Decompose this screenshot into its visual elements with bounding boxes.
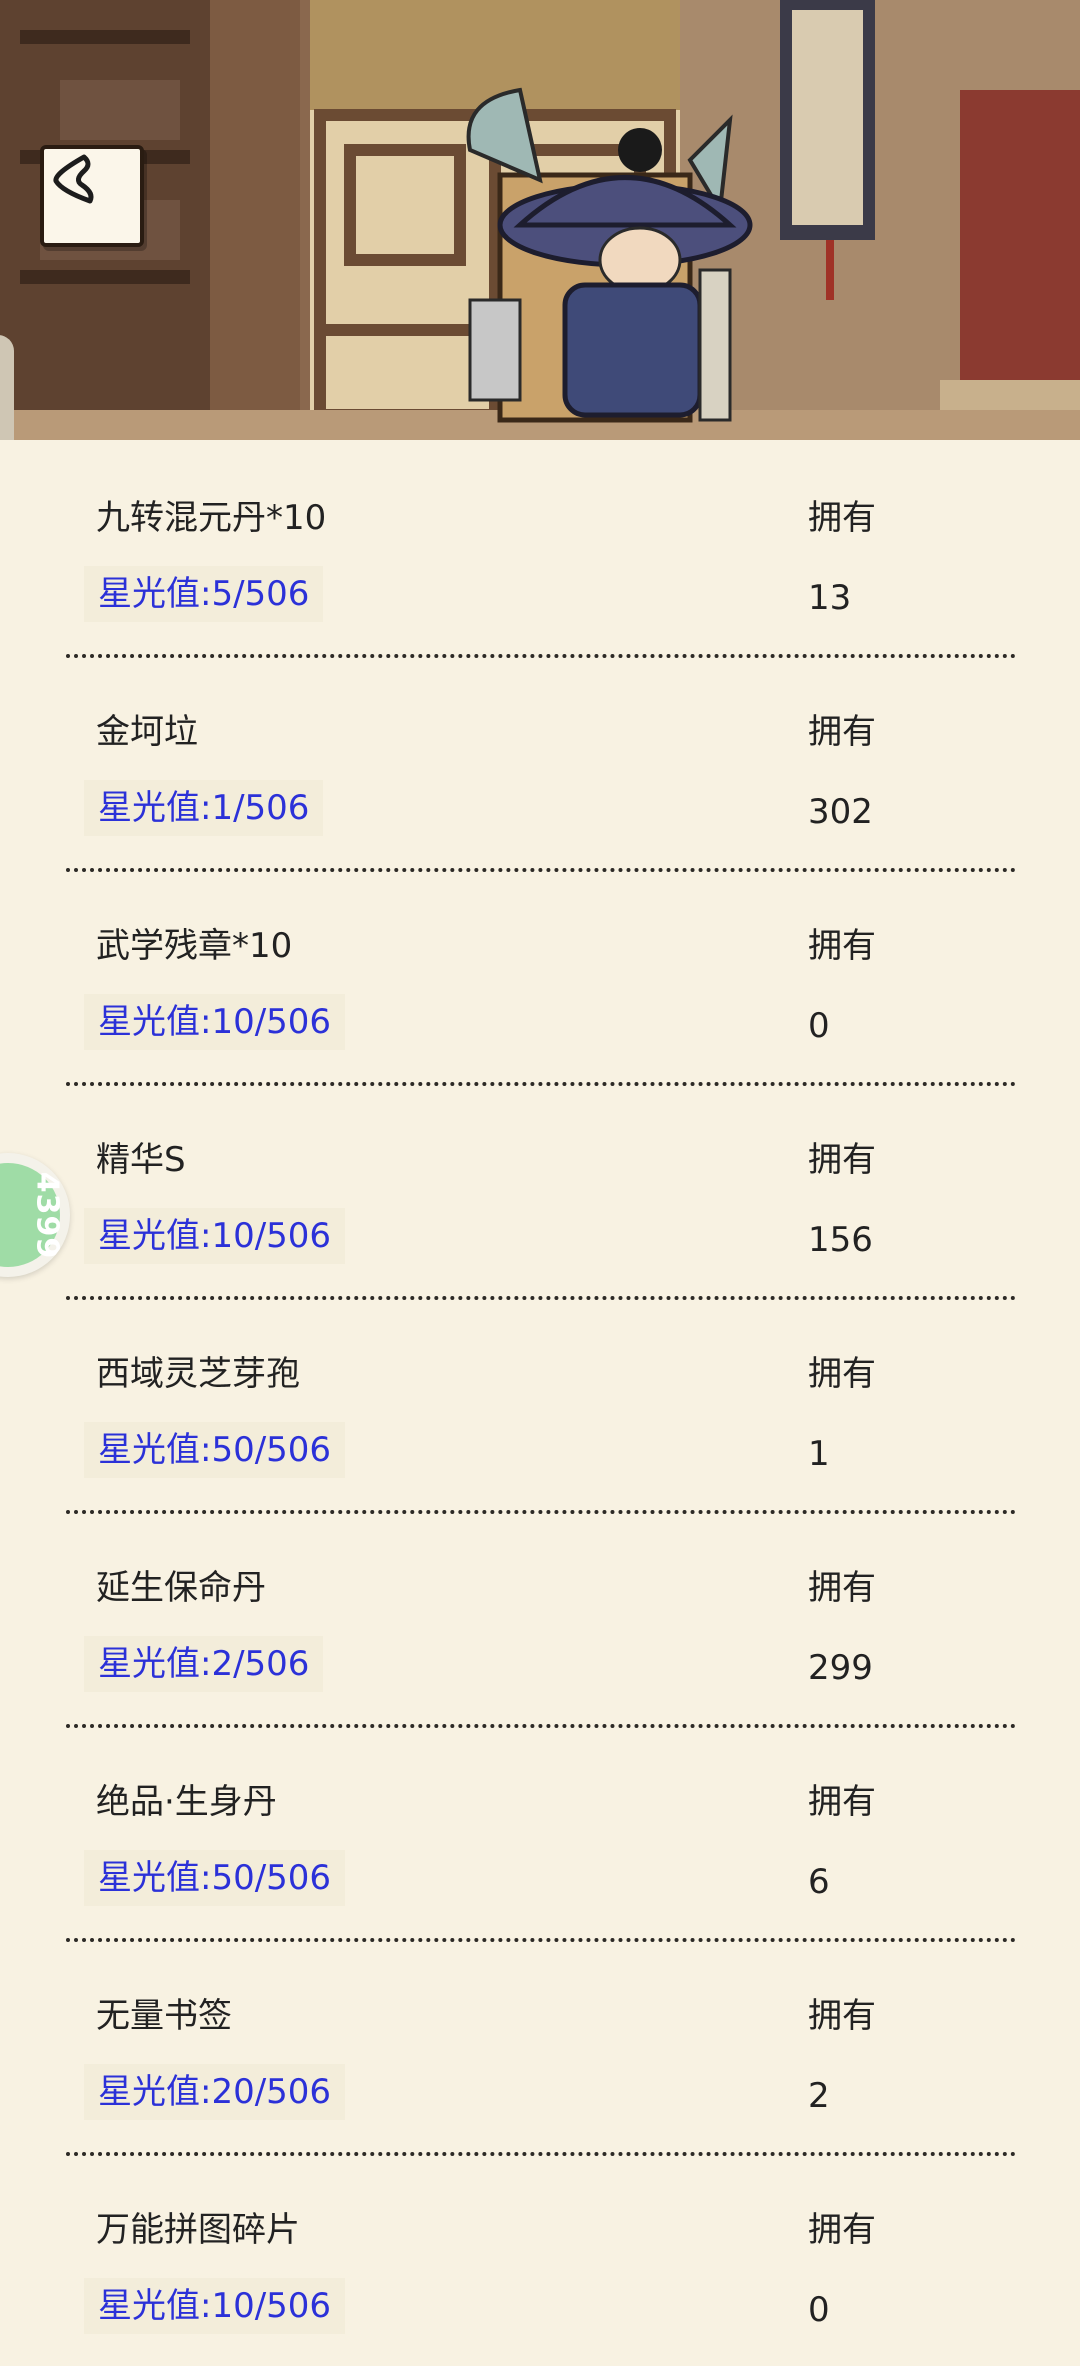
item-list[interactable]: 九转混元丹*10 拥有 星光值:5/506 13 金坷垃 拥有 星光值:1/50… — [0, 440, 1080, 2338]
starlight-value: 星光值:50/506 — [84, 1422, 346, 1478]
owned-count: 1 — [808, 1434, 830, 1474]
owned-label: 拥有 — [808, 712, 876, 752]
owned-label: 拥有 — [808, 926, 876, 966]
owned-count: 0 — [808, 1006, 830, 1046]
item-name: 绝品·生身丹 — [96, 1782, 277, 1822]
owned-label: 拥有 — [808, 2210, 876, 2250]
owned-count: 6 — [808, 1862, 830, 1902]
badge-text: 4399 — [28, 1171, 64, 1259]
item-name: 万能拼图碎片 — [96, 2210, 300, 2250]
owned-count: 299 — [808, 1648, 873, 1688]
owned-label: 拥有 — [808, 498, 876, 538]
item-name: 九转混元丹*10 — [96, 498, 327, 538]
starlight-value: 星光值:2/506 — [84, 1636, 324, 1692]
header-banner — [0, 0, 1080, 440]
item-name: 无量书签 — [96, 1996, 232, 2036]
starlight-value: 星光值:10/506 — [84, 1208, 346, 1264]
list-item[interactable]: 延生保命丹 拥有 星光值:2/506 299 — [0, 1510, 1080, 1728]
item-name: 延生保命丹 — [96, 1568, 266, 1608]
owned-count: 302 — [808, 792, 873, 832]
owned-label: 拥有 — [808, 1996, 876, 2036]
badge-circle: 4399 — [0, 1163, 64, 1267]
owned-label: 拥有 — [808, 1354, 876, 1394]
starlight-value: 星光值:10/506 — [84, 2278, 346, 2334]
item-name: 精华S — [96, 1140, 186, 1180]
starlight-value: 星光值:20/506 — [84, 2064, 346, 2120]
item-name: 西域灵芝芽孢 — [96, 1354, 300, 1394]
owned-count: 2 — [808, 2076, 830, 2116]
owned-count: 0 — [808, 2290, 830, 2330]
owned-label: 拥有 — [808, 1782, 876, 1822]
starlight-value: 星光值:10/506 — [84, 994, 346, 1050]
list-item[interactable]: 金坷垃 拥有 星光值:1/506 302 — [0, 654, 1080, 872]
owned-label: 拥有 — [808, 1568, 876, 1608]
starlight-value: 星光值:5/506 — [84, 566, 324, 622]
list-item[interactable]: 西域灵芝芽孢 拥有 星光值:50/506 1 — [0, 1296, 1080, 1514]
starlight-value: 星光值:1/506 — [84, 780, 324, 836]
room-background — [0, 0, 1080, 440]
chevron-left-icon — [53, 154, 94, 204]
owned-label: 拥有 — [808, 1140, 876, 1180]
list-item[interactable]: 武学残章*10 拥有 星光值:10/506 0 — [0, 868, 1080, 1086]
item-name: 金坷垃 — [96, 712, 198, 752]
back-button[interactable] — [40, 145, 144, 247]
list-item[interactable]: 精华S 拥有 星光值:10/506 156 — [0, 1082, 1080, 1300]
list-item[interactable]: 九转混元丹*10 拥有 星光值:5/506 13 — [0, 440, 1080, 658]
side-drag-handle[interactable] — [0, 335, 14, 440]
list-item[interactable]: 无量书签 拥有 星光值:20/506 2 — [0, 1938, 1080, 2156]
owned-count: 156 — [808, 1220, 873, 1260]
floating-4399-badge[interactable]: 4399 — [0, 1153, 70, 1277]
item-name: 武学残章*10 — [96, 926, 293, 966]
owned-count: 13 — [808, 578, 852, 618]
list-item[interactable]: 万能拼图碎片 拥有 星光值:10/506 0 — [0, 2152, 1080, 2366]
list-item[interactable]: 绝品·生身丹 拥有 星光值:50/506 6 — [0, 1724, 1080, 1942]
starlight-value: 星光值:50/506 — [84, 1850, 346, 1906]
